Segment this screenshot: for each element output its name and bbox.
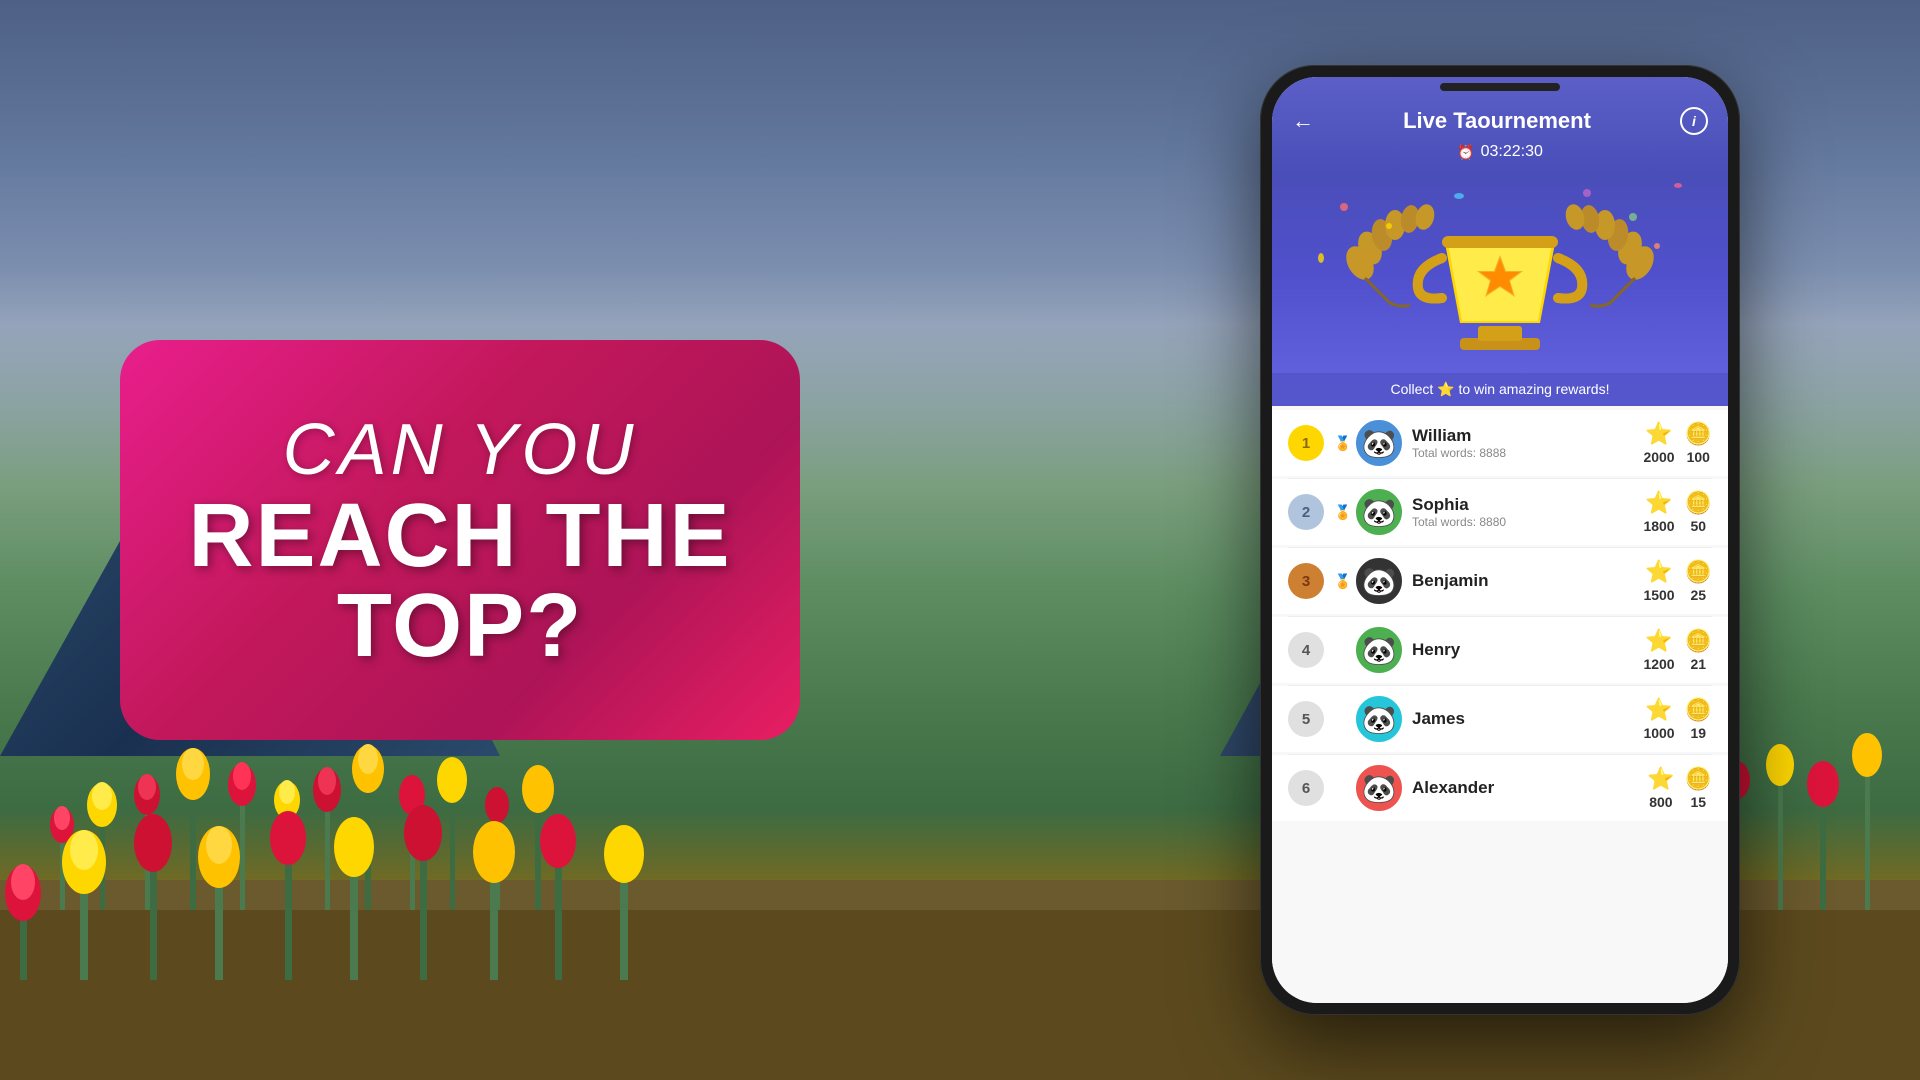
table-row: 3 🏅 🐼 Benjamin ⭐ 1500 🪙 25 bbox=[1272, 548, 1728, 614]
back-button[interactable]: ← bbox=[1292, 108, 1314, 134]
player-info-1: William Total words: 8888 bbox=[1412, 426, 1633, 460]
coins-area-4: 🪙 21 bbox=[1685, 628, 1712, 672]
avatar-2: 🐼 bbox=[1356, 489, 1402, 535]
star-icon-3: ⭐ bbox=[1645, 559, 1672, 585]
player-coins-5: 19 bbox=[1691, 725, 1707, 741]
trophy-section bbox=[1272, 173, 1728, 373]
player-info-3: Benjamin bbox=[1412, 571, 1633, 591]
confetti bbox=[1386, 223, 1392, 229]
coins-area-3: 🪙 25 bbox=[1685, 559, 1712, 603]
phone-frame: ← Live Taournement i ⏰ 03:22:30 bbox=[1260, 65, 1740, 1015]
player-coins-2: 50 bbox=[1691, 518, 1707, 534]
score-area-4: ⭐ 1200 bbox=[1643, 628, 1674, 672]
coins-icon-4: 🪙 bbox=[1685, 628, 1712, 654]
player-info-2: Sophia Total words: 8880 bbox=[1412, 495, 1633, 529]
confetti bbox=[1654, 243, 1660, 249]
coins-icon-2: 🪙 bbox=[1685, 490, 1712, 516]
table-row: 4 🐼 Henry ⭐ 1200 🪙 21 bbox=[1272, 617, 1728, 683]
coins-icon-3: 🪙 bbox=[1685, 559, 1712, 585]
score-area-3: ⭐ 1500 bbox=[1643, 559, 1674, 603]
player-coins-1: 100 bbox=[1687, 449, 1710, 465]
app-nav: ← Live Taournement i bbox=[1292, 107, 1708, 135]
leaderboard: 1 🏅 🐼 William Total words: 8888 ⭐ 2000 🪙… bbox=[1272, 406, 1728, 1003]
avatar-3: 🐼 bbox=[1356, 558, 1402, 604]
timer-row: ⏰ 03:22:30 bbox=[1292, 143, 1708, 161]
collect-text: Collect ⭐ to win amazing rewards! bbox=[1391, 381, 1610, 398]
star-icon-2: ⭐ bbox=[1645, 490, 1672, 516]
rank-badge-4: 4 bbox=[1288, 632, 1324, 668]
rank-badge-5: 5 bbox=[1288, 701, 1324, 737]
promo-line2: REACH THE bbox=[188, 491, 731, 581]
player-info-6: Alexander bbox=[1412, 778, 1637, 798]
info-button[interactable]: i bbox=[1680, 107, 1708, 135]
player-score-6: 800 bbox=[1649, 794, 1672, 810]
star-icon-4: ⭐ bbox=[1645, 628, 1672, 654]
player-coins-3: 25 bbox=[1691, 587, 1707, 603]
player-name-2: Sophia bbox=[1412, 495, 1633, 515]
score-area-6: ⭐ 800 bbox=[1647, 766, 1674, 810]
table-row: 2 🏅 🐼 Sophia Total words: 8880 ⭐ 1800 🪙 … bbox=[1272, 479, 1728, 545]
promo-line3: TOP? bbox=[337, 581, 583, 671]
score-area-2: ⭐ 1800 bbox=[1643, 490, 1674, 534]
player-score-4: 1200 bbox=[1643, 656, 1674, 672]
timer-value: 03:22:30 bbox=[1481, 143, 1543, 161]
player-coins-4: 21 bbox=[1691, 656, 1707, 672]
table-row: 5 🐼 James ⭐ 1000 🪙 19 bbox=[1272, 686, 1728, 752]
star-icon-5: ⭐ bbox=[1645, 697, 1672, 723]
app-title: Live Taournement bbox=[1403, 108, 1591, 134]
phone-notch bbox=[1440, 83, 1560, 91]
rank-badge-1: 1 bbox=[1288, 425, 1324, 461]
player-name-5: James bbox=[1412, 709, 1633, 729]
trophy-svg bbox=[1330, 183, 1670, 363]
player-score-3: 1500 bbox=[1643, 587, 1674, 603]
star-icon-1: ⭐ bbox=[1645, 421, 1672, 447]
coins-icon-6: 🪙 bbox=[1685, 766, 1712, 792]
app-header: ← Live Taournement i ⏰ 03:22:30 bbox=[1272, 77, 1728, 173]
coins-area-2: 🪙 50 bbox=[1685, 490, 1712, 534]
player-info-4: Henry bbox=[1412, 640, 1633, 660]
rank-badge-2: 2 bbox=[1288, 494, 1324, 530]
avatar-1: 🐼 bbox=[1356, 420, 1402, 466]
phone-screen: ← Live Taournement i ⏰ 03:22:30 bbox=[1272, 77, 1728, 1003]
confetti bbox=[1318, 253, 1324, 263]
avatar-6: 🐼 bbox=[1356, 765, 1402, 811]
coins-area-5: 🪙 19 bbox=[1685, 697, 1712, 741]
table-row: 1 🏅 🐼 William Total words: 8888 ⭐ 2000 🪙… bbox=[1272, 410, 1728, 476]
confetti bbox=[1629, 213, 1637, 221]
player-info-5: James bbox=[1412, 709, 1633, 729]
coins-area-6: 🪙 15 bbox=[1685, 766, 1712, 810]
avatar-4: 🐼 bbox=[1356, 627, 1402, 673]
rank-badge-3: 3 bbox=[1288, 563, 1324, 599]
player-coins-6: 15 bbox=[1691, 794, 1707, 810]
player-words-1: Total words: 8888 bbox=[1412, 446, 1633, 460]
medal-3: 🏅 bbox=[1334, 573, 1346, 590]
score-area-1: ⭐ 2000 bbox=[1643, 421, 1674, 465]
timer-icon: ⏰ bbox=[1457, 144, 1474, 161]
promo-box: CAN YOU REACH THE TOP? bbox=[120, 340, 800, 740]
collect-banner: Collect ⭐ to win amazing rewards! bbox=[1272, 373, 1728, 406]
player-name-1: William bbox=[1412, 426, 1633, 446]
player-name-3: Benjamin bbox=[1412, 571, 1633, 591]
phone-container: ← Live Taournement i ⏰ 03:22:30 bbox=[1260, 65, 1740, 1015]
rank-badge-6: 6 bbox=[1288, 770, 1324, 806]
score-area-5: ⭐ 1000 bbox=[1643, 697, 1674, 741]
medal-1: 🏅 bbox=[1334, 435, 1346, 452]
confetti bbox=[1674, 183, 1682, 188]
medal-2: 🏅 bbox=[1334, 504, 1346, 521]
star-icon-6: ⭐ bbox=[1647, 766, 1674, 792]
player-words-2: Total words: 8880 bbox=[1412, 515, 1633, 529]
coins-area-1: 🪙 100 bbox=[1685, 421, 1712, 465]
coins-icon-1: 🪙 bbox=[1685, 421, 1712, 447]
promo-line1: CAN YOU bbox=[283, 409, 638, 491]
avatar-5: 🐼 bbox=[1356, 696, 1402, 742]
coins-icon-5: 🪙 bbox=[1685, 697, 1712, 723]
player-score-1: 2000 bbox=[1643, 449, 1674, 465]
player-score-2: 1800 bbox=[1643, 518, 1674, 534]
player-name-6: Alexander bbox=[1412, 778, 1637, 798]
player-score-5: 1000 bbox=[1643, 725, 1674, 741]
table-row: 6 🐼 Alexander ⭐ 800 🪙 15 bbox=[1272, 755, 1728, 821]
player-name-4: Henry bbox=[1412, 640, 1633, 660]
